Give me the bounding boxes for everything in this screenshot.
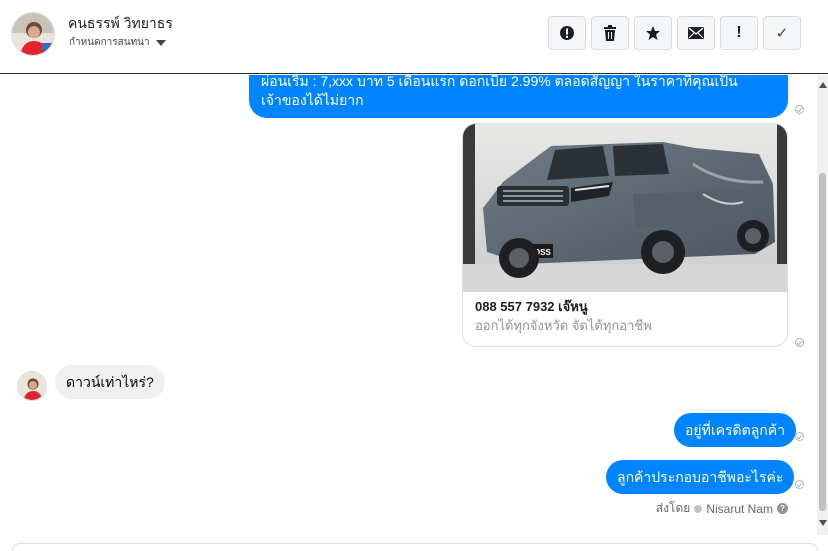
mark-unread-button[interactable]	[677, 16, 715, 50]
spam-button[interactable]	[548, 16, 586, 50]
checkmark-icon: ✓	[775, 25, 789, 42]
chevron-down-icon	[155, 39, 166, 46]
message-text: ผ่อนเริ่ม : 7,xxx บาท 5 เดือนแรก ดอกเบี้…	[261, 75, 738, 108]
seen-status-icon	[795, 105, 804, 114]
label-dropdown-text: กำหนดการสนทนา	[69, 37, 150, 48]
card-title: 088 557 7932 เจ๊หนู	[475, 299, 588, 314]
help-icon[interactable]: ?	[777, 503, 788, 514]
alert-circle-icon	[560, 26, 574, 40]
conversation-toolbar: ! ✓	[548, 16, 801, 50]
pickup-truck-photo: LOSS	[463, 124, 787, 292]
contact-avatar-small	[17, 371, 47, 401]
seen-status-icon	[795, 480, 804, 489]
scroll-up-arrow-icon[interactable]	[819, 82, 827, 88]
contact-name: คนธรรพ์ วิทยาธร	[68, 15, 173, 31]
incoming-message-bubble[interactable]: ดาวน์เท่าไหร่?	[55, 365, 165, 399]
contact-avatar[interactable]	[11, 12, 55, 56]
star-icon	[646, 26, 660, 40]
scroll-down-arrow-icon[interactable]	[819, 520, 827, 526]
trash-icon	[604, 25, 616, 41]
seen-status-icon	[795, 432, 804, 441]
outgoing-message-bubble[interactable]: ผ่อนเริ่ม : 7,xxx บาท 5 เดือนแรก ดอกเบี้…	[249, 75, 788, 118]
star-button[interactable]	[634, 16, 672, 50]
message-thread: ผ่อนเริ่ม : 7,xxx บาท 5 เดือนแรก ดอกเบี้…	[0, 75, 828, 551]
card-subtitle: ออกได้ทุกจังหวัด จัดได้ทุกอาชีพ	[475, 318, 652, 333]
scrollbar-thumb[interactable]	[819, 173, 826, 511]
exclamation-icon: !	[736, 24, 742, 41]
delete-button[interactable]	[591, 16, 629, 50]
sender-status-icon	[694, 504, 703, 513]
link-preview-card[interactable]: LOSS 088 557 7932 เจ๊หนู ออกได้ทุกจังหวั…	[462, 123, 788, 347]
conversation-header: คนธรรพ์ วิทยาธร กำหนดการสนทนา ! ✓	[0, 0, 828, 74]
envelope-icon	[688, 27, 704, 39]
outgoing-message-bubble[interactable]: อยู่ที่เครดิตลูกค้า	[674, 413, 796, 447]
message-composer[interactable]	[12, 543, 818, 551]
message-text: ดาวน์เท่าไหร่?	[66, 374, 154, 390]
sent-by-label: ส่งโดย	[655, 501, 691, 515]
outgoing-message-bubble[interactable]: ลูกค้าประกอบอาชีพอะไรค่ะ	[606, 460, 795, 494]
message-text: ลูกค้าประกอบอาชีพอะไรค่ะ	[617, 469, 784, 485]
seen-status-icon	[795, 338, 804, 347]
conversation-label-dropdown[interactable]: กำหนดการสนทนา	[69, 35, 166, 50]
done-button[interactable]: ✓	[763, 16, 801, 50]
sent-by-info: ส่งโดย Nisarut Nam ?	[656, 499, 788, 518]
sender-name[interactable]: Nisarut Nam	[706, 502, 773, 516]
message-text: อยู่ที่เครดิตลูกค้า	[685, 422, 785, 438]
important-button[interactable]: !	[720, 16, 758, 50]
